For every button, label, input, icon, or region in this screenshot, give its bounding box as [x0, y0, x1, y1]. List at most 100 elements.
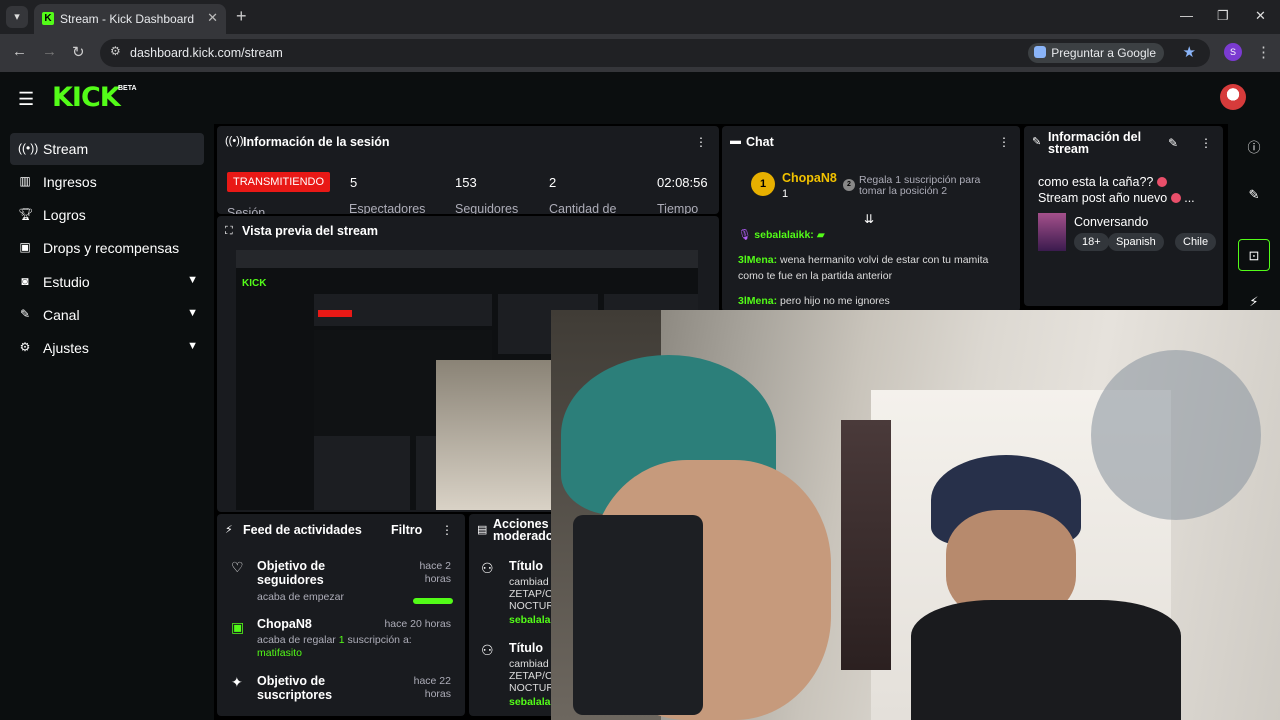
feed-item-time: hace 2 horas — [419, 560, 451, 586]
gift-prompt[interactable]: Regala 1 suscripción para tomar la posic… — [859, 175, 999, 197]
moderation-icon: ▤ — [477, 524, 488, 536]
preview-mini-feed — [314, 436, 410, 510]
chevron-down-icon: ▼ — [187, 340, 198, 352]
edit-icon[interactable]: ✎ — [1238, 179, 1270, 211]
window-close-icon[interactable]: ✕ — [1255, 8, 1266, 24]
restore-icon[interactable]: ❐ — [1217, 8, 1229, 24]
followers-label: Seguidores — [455, 202, 519, 214]
feed-item-title: Objetivo de seguidores — [257, 559, 325, 587]
feed-time-line: horas — [424, 688, 451, 700]
user-icon: ⚇ — [481, 560, 494, 576]
panel-title: Chat — [746, 135, 774, 149]
mod-user[interactable]: sebalalai — [509, 696, 553, 708]
back-icon[interactable]: ← — [12, 43, 27, 60]
mod-user[interactable]: sebalalai — [509, 614, 553, 626]
user-avatar[interactable] — [1220, 84, 1246, 110]
mod-line: ZETAP/C — [509, 588, 553, 600]
chat-message: 🎙︎ sebalalaikk: ▰ — [738, 227, 998, 243]
feed-item-title[interactable]: ChopaN8 — [257, 617, 312, 631]
chat-panel: ▬ Chat ⋮ 1 ChopaN8 1 2 Regala 1 suscripc… — [722, 126, 1020, 312]
kick-logo[interactable]: KICK — [52, 82, 121, 113]
kebab-menu-icon[interactable]: ⋮ — [441, 523, 453, 537]
wrench-icon: ✎ — [1032, 136, 1042, 148]
sidebar-item-ajustes[interactable]: ⚙ Ajustes ▼ — [10, 332, 204, 364]
site-info-icon[interactable]: ⚙ — [110, 44, 121, 58]
kick-favicon-icon: K — [42, 12, 54, 25]
sidebar-item-canal[interactable]: ✎ Canal ▼ — [10, 299, 204, 331]
tag-chip[interactable]: 18+ — [1074, 233, 1109, 251]
followers-count: 153 — [455, 175, 477, 190]
forward-icon[interactable]: → — [42, 43, 57, 60]
top-gifter-name[interactable]: ChopaN8 — [782, 171, 837, 185]
mod-title-line: moderado — [493, 529, 554, 543]
session-info-panel: ((•)) Información de la sesión ⋮ TRANSMI… — [217, 126, 719, 214]
viewers-label: Espectadores — [349, 202, 426, 214]
panel-title: Información del stream — [1048, 131, 1141, 156]
stream-title-line: Stream post año nuevo ... — [1038, 191, 1195, 205]
heart-icon: ♡ — [231, 559, 244, 575]
kebab-menu-icon[interactable]: ⋮ — [998, 135, 1010, 149]
stream-title-text: Stream post año nuevo — [1038, 191, 1168, 205]
browser-toolbar: ← → ↻ ⚙ dashboard.kick.com/stream Pregun… — [0, 34, 1280, 72]
address-bar[interactable]: ⚙ dashboard.kick.com/stream Preguntar a … — [100, 39, 1210, 67]
category-name[interactable]: Conversando — [1074, 215, 1148, 229]
ask-google-button[interactable]: Preguntar a Google — [1028, 43, 1164, 63]
tag-chip[interactable]: Spanish — [1108, 233, 1164, 251]
browser-tabbar: ▾ K Stream - Kick Dashboard ✕ + — ❐ ✕ — [0, 0, 1280, 34]
edit-icon[interactable]: ✎ — [1168, 136, 1178, 150]
tab-list-button[interactable]: ▾ — [6, 6, 28, 28]
stream-title-text: como esta la caña?? — [1038, 175, 1154, 189]
chevron-down-icon: ▼ — [187, 274, 198, 286]
feed-time-line: horas — [424, 573, 451, 585]
subs-count: 2 — [549, 175, 557, 190]
feed-sub-text: acaba de regalar — [257, 634, 336, 646]
url-text[interactable]: dashboard.kick.com/stream — [130, 46, 283, 60]
lens-icon — [1034, 46, 1047, 58]
reload-icon[interactable]: ↻ — [72, 43, 85, 61]
uptime-label: Tiempo — [657, 202, 699, 214]
mod-line: NOCTUR — [509, 682, 554, 694]
browser-profile-avatar[interactable]: S — [1224, 43, 1242, 61]
kebab-menu-icon[interactable]: ⋮ — [1200, 136, 1212, 150]
bookmark-star-icon[interactable]: ★ — [1183, 43, 1196, 61]
browser-tab-active[interactable]: K Stream - Kick Dashboard ✕ — [34, 4, 226, 34]
chat-username[interactable]: sebalalaikk: — [754, 229, 814, 241]
pinned-icon[interactable]: ⇊ — [864, 212, 874, 226]
mod-action-label: Título — [509, 559, 544, 573]
viewers-count: 5 — [350, 175, 358, 190]
chat-message: 3lMena: pero hijo no me ignores — [738, 293, 998, 309]
tag-chip[interactable]: Chile — [1175, 233, 1217, 251]
feed-item-time: hace 22 horas — [414, 675, 451, 701]
sidebar-item-logros[interactable]: 🏆︎ Logros — [10, 199, 204, 231]
kebab-menu-icon[interactable]: ⋮ — [695, 135, 707, 149]
feed-item-title-line: suscriptores — [257, 688, 333, 702]
sidebar-item-stream[interactable]: ((•)) Stream — [10, 133, 204, 165]
chat-username[interactable]: 3lMena: — [738, 295, 777, 307]
minimize-icon[interactable]: — — [1180, 8, 1193, 23]
goal-progress-bar — [413, 598, 453, 604]
chat-username[interactable]: 3lMena: — [738, 254, 777, 266]
filter-button[interactable]: Filtro — [391, 523, 422, 537]
sidebar-item-label: Logros — [43, 207, 86, 223]
category-thumbnail — [1038, 213, 1066, 251]
capture-icon[interactable]: ⊡ — [1238, 239, 1270, 271]
sidebar-item-estudio[interactable]: ◙ Estudio ▼ — [10, 266, 204, 298]
feed-sub-target[interactable]: matifasito — [257, 647, 302, 659]
dashboard-header: ☰ KICK BETA — [0, 72, 1280, 124]
feed-item-title: Objetivo de suscriptores — [257, 674, 332, 702]
stream-info-panel: ✎ Información del stream ✎ ⋮ como esta la… — [1024, 126, 1223, 306]
activity-feed-panel: ⚡︎ Feed de actividades Filtro ⋮ ♡ Objeti… — [217, 514, 465, 716]
hamburger-menu-icon[interactable]: ☰ — [18, 89, 34, 110]
sidebar-item-ingresos[interactable]: ▥ Ingresos — [10, 166, 204, 198]
subs-label: Cantidad de — [549, 202, 617, 214]
broadcast-icon: ((•)) — [225, 135, 244, 147]
tab-close-icon[interactable]: ✕ — [207, 10, 218, 26]
new-tab-icon[interactable]: + — [236, 6, 247, 27]
info-icon[interactable]: ⓘ — [1238, 132, 1270, 164]
chat-text: pero hijo no me ignores — [780, 295, 890, 307]
sidebar-item-drops[interactable]: ▣ Drops y recompensas — [10, 232, 204, 264]
sidebar-item-label: Estudio — [43, 274, 90, 290]
ask-google-label: Preguntar a Google — [1051, 46, 1156, 60]
browser-menu-icon[interactable]: ⋮ — [1256, 43, 1271, 61]
sparkle-icon: ✦ — [231, 674, 243, 690]
